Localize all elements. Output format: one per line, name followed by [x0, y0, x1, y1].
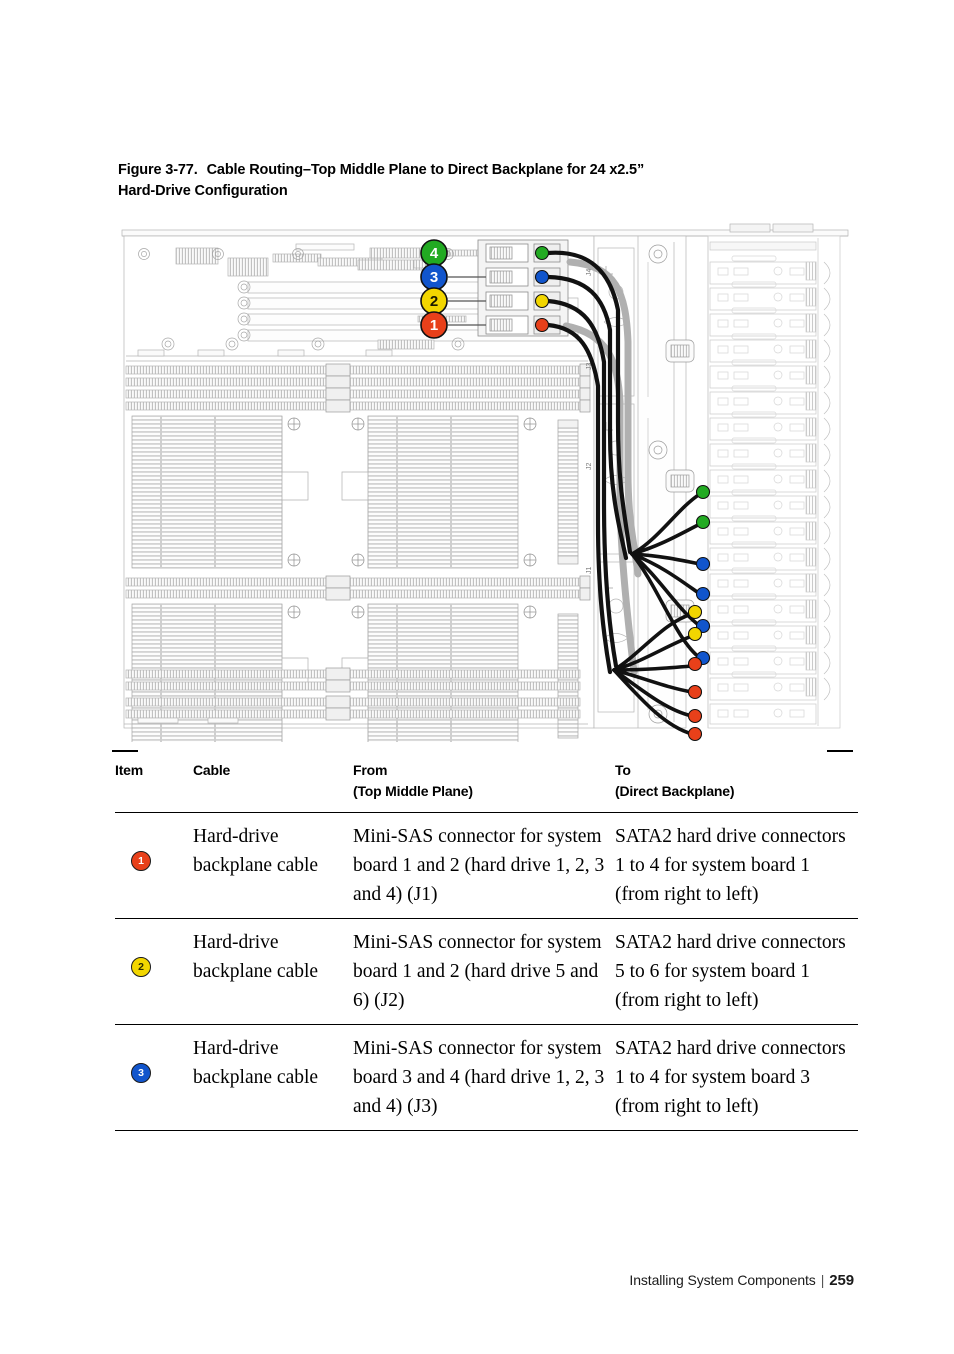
row-item-badge-cell: 3 — [115, 1024, 193, 1131]
row-to: SATA2 hard drive connectors 1 to 4 for s… — [615, 812, 858, 919]
figure-title: Figure 3-77. Cable Routing–Top Middle Pla… — [118, 160, 818, 202]
footer-page-number: 259 — [829, 1272, 854, 1289]
column-header-item: Item — [115, 760, 193, 813]
footer-section: Installing System Components — [629, 1272, 816, 1288]
column-header-to-sub: (Direct Backplane) — [615, 783, 735, 799]
row-to: SATA2 hard drive connectors 5 to 6 for s… — [615, 918, 858, 1025]
item-badge-1-number: 1 — [138, 854, 144, 867]
row-cable: Hard-drive backplane cable — [193, 812, 353, 919]
table-body: 1 Hard-drive backplane cable Mini-SAS co… — [115, 812, 858, 1131]
svg-text:2: 2 — [430, 293, 438, 310]
svg-text:3: 3 — [430, 269, 438, 286]
row-from: Mini-SAS connector for system board 3 an… — [353, 1024, 615, 1131]
footer-separator: | — [820, 1272, 825, 1288]
column-header-from-main: From — [353, 762, 388, 778]
column-header-from: From (Top Middle Plane) — [353, 760, 615, 813]
column-header-to-main: To — [615, 762, 631, 778]
crop-mark-right — [827, 750, 853, 752]
svg-text:1: 1 — [430, 317, 438, 334]
item-badge-2: 2 — [131, 957, 151, 977]
item-badge-3-number: 3 — [138, 1066, 144, 1079]
row-to: SATA2 hard drive connectors 1 to 4 for s… — [615, 1024, 858, 1131]
figure-diagram: J1 J2 J3 J4 4 3 2 1 — [118, 222, 853, 742]
column-header-cable: Cable — [193, 760, 353, 813]
column-header-from-sub: (Top Middle Plane) — [353, 783, 473, 799]
page-footer: Installing System Components | 259 — [0, 1272, 854, 1289]
row-from: Mini-SAS connector for system board 1 an… — [353, 918, 615, 1025]
row-cable: Hard-drive backplane cable — [193, 918, 353, 1025]
table-row: 2 Hard-drive backplane cable Mini-SAS co… — [115, 918, 858, 1025]
item-badge-2-number: 2 — [138, 960, 144, 973]
figure-number: Figure 3-77. — [118, 162, 198, 178]
item-badge-3: 3 — [131, 1063, 151, 1083]
cable-routing-table: Item Cable From (Top Middle Plane) To (D… — [115, 760, 858, 1131]
column-header-to: To (Direct Backplane) — [615, 760, 858, 813]
figure-title-line1: Cable Routing–Top Middle Plane to Direct… — [206, 162, 645, 178]
row-cable: Hard-drive backplane cable — [193, 1024, 353, 1131]
row-item-badge-cell: 2 — [115, 918, 193, 1025]
svg-text:J2: J2 — [586, 463, 593, 471]
svg-text:J1: J1 — [586, 567, 593, 575]
row-from: Mini-SAS connector for system board 1 an… — [353, 812, 615, 919]
table-header-row: Item Cable From (Top Middle Plane) To (D… — [115, 760, 858, 813]
table-row: 1 Hard-drive backplane cable Mini-SAS co… — [115, 812, 858, 919]
item-badge-1: 1 — [131, 851, 151, 871]
svg-text:4: 4 — [430, 245, 439, 262]
figure-title-line2: Hard-Drive Configuration — [118, 183, 288, 199]
row-item-badge-cell: 1 — [115, 812, 193, 919]
table-row: 3 Hard-drive backplane cable Mini-SAS co… — [115, 1024, 858, 1131]
crop-mark-left — [112, 750, 138, 752]
